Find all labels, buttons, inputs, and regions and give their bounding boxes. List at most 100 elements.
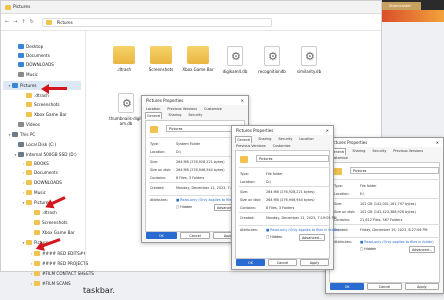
library-icon [18,122,24,127]
properties-dialog-3: Pictures Properties ✕ General Sharing Securi… [325,137,444,294]
hidden-checkbox[interactable]: □ Hidden [176,205,192,209]
property-value: 102 GB (142,423,388,928 bytes) [360,210,416,214]
close-icon[interactable]: ✕ [326,128,329,133]
readonly-checkbox[interactable]: ■ Read-only (Only applies to files in fo… [360,240,434,244]
folder-icon [26,190,32,195]
folder-icon [26,102,32,107]
divider [333,224,440,225]
divider [333,237,440,238]
dialog-tab[interactable]: Sharing [351,148,366,155]
sidebar-item[interactable]: Videos [3,120,40,129]
sidebar-item[interactable]: › #FILM SCANS [3,279,71,288]
dialog-tab[interactable]: General [235,136,253,143]
dialog-tab[interactable]: Customize [272,143,292,149]
hidden-checkbox[interactable]: □ Hidden [360,247,376,251]
property-label: Size: [240,190,249,194]
hidden-checkbox[interactable]: □ Hidden [266,235,282,239]
folder-name-field[interactable]: Pictures [256,155,329,162]
property-label: Type: [334,184,343,188]
file-label: .dtrash [116,67,132,72]
file-item[interactable]: Screenshots [144,46,178,72]
sidebar-item[interactable]: Desktop [3,42,43,51]
drive-icon [12,132,18,137]
toolbar-divider [1,30,381,31]
sidebar-item[interactable]: › Music [3,188,46,197]
sidebar-item-label: DOWNLOADS [26,62,54,67]
folder-icon [26,93,32,98]
sidebar-item[interactable]: ▾ This PC [3,130,35,139]
sidebar-item-label: Music [26,72,38,77]
sidebar-item[interactable]: Xbox Game Bar [3,110,67,119]
folder-icon [34,230,40,235]
sidebar-item[interactable]: Xbox Game Bar [3,228,75,237]
property-label: Contains: [240,206,256,210]
attributes-label: Attributes: [150,198,168,202]
ok-button[interactable]: OK [330,283,365,290]
property-value: D:\ [266,180,271,184]
file-item[interactable]: recognitiondb [255,46,289,74]
dialog-tab[interactable]: Sharing [257,136,272,143]
dialog-tab[interactable]: Security [187,112,203,119]
dialog-title: Pictures Properties ✕ [326,138,443,147]
sidebar-item[interactable]: › BOOKS [3,159,49,168]
apply-button[interactable]: Apply [300,259,329,266]
property-value: 102 GB (142,001,161,797 bytes) [360,202,416,206]
sidebar-item[interactable]: › Documents [3,168,58,177]
breadcrumb-item[interactable]: Pictures [57,20,73,25]
back-icon[interactable]: ← [5,19,9,25]
dialog-tab[interactable]: Security [277,136,293,143]
advanced-button[interactable]: Advanced... [299,234,325,241]
folder-icon [34,281,40,286]
dialog-tab[interactable]: Previous Versions [235,143,267,149]
property-label: Type: [240,172,249,176]
close-icon[interactable]: ✕ [436,140,439,145]
sidebar-item[interactable]: › DOWNLOADS [3,178,62,187]
background-tab[interactable]: Stormcaster [381,2,421,10]
dialog-tab[interactable]: Location [298,136,314,143]
ok-button[interactable]: OK [236,259,265,266]
file-item[interactable]: Xbox Game Bar [181,46,215,72]
sidebar-item[interactable]: Screenshots [3,100,60,109]
dialog-tab[interactable]: General [145,112,163,119]
ok-button[interactable]: OK [146,232,177,239]
cancel-button[interactable]: Cancel [179,232,211,239]
divider [239,186,330,187]
sidebar-item[interactable]: ▾ Internal 500GB SSD (D:) [3,150,77,159]
cancel-button[interactable]: Cancel [268,259,297,266]
dialog-tab[interactable]: Previous Versions [392,148,424,155]
property-value: File folder [360,184,377,188]
readonly-checkbox[interactable]: ■ Read-only (Only applies to files in fo… [266,228,340,232]
sidebar-item[interactable]: Music [3,70,38,79]
refresh-icon[interactable]: ↻ [30,19,34,25]
dialog-body: Pictures Type: File folder Location: D:\ Size… [235,150,340,259]
folder-icon [34,271,40,276]
drive-icon [18,142,24,147]
sidebar-item[interactable]: › #FILM CONTACT SHEETS [3,269,94,278]
file-label: similarity.db [296,69,322,74]
file-item[interactable]: digikam4.db [218,46,252,74]
cancel-button[interactable]: Cancel [367,283,402,290]
up-icon[interactable]: ↑ [21,19,25,25]
sidebar-item-label: BOOKS [34,161,49,166]
breadcrumb[interactable]: Pictures [41,17,272,27]
folder-name-field[interactable]: Pictures [350,167,439,174]
file-item[interactable]: .dtrash [107,46,141,72]
sidebar-item-label: Xbox Game Bar [42,230,75,235]
close-icon[interactable]: ✕ [241,98,244,103]
file-item[interactable]: thumbnails-digikam.db [109,93,143,126]
sidebar-item[interactable]: Screenshots [3,218,68,227]
sidebar-item[interactable]: Local Disk (C:) [3,140,56,149]
file-item[interactable]: similarity.db [292,46,326,74]
sidebar-item[interactable]: DOWNLOADS [3,60,54,69]
property-label: Contains: [150,176,166,180]
file-label: thumbnails-digikam.db [109,116,143,126]
dialog-tab[interactable]: Security [371,148,387,155]
sidebar-item[interactable]: › #### RED PROJECTS [3,259,88,268]
dialog-tab[interactable]: Sharing [167,112,182,119]
apply-button[interactable]: Apply [404,283,439,290]
dialog-tab[interactable]: Customize [203,106,223,112]
sidebar-item[interactable]: Documents [3,51,50,60]
forward-icon[interactable]: → [13,19,17,25]
advanced-button[interactable]: Advanced... [409,246,435,253]
dialog-title-text: Pictures Properties [236,128,274,133]
